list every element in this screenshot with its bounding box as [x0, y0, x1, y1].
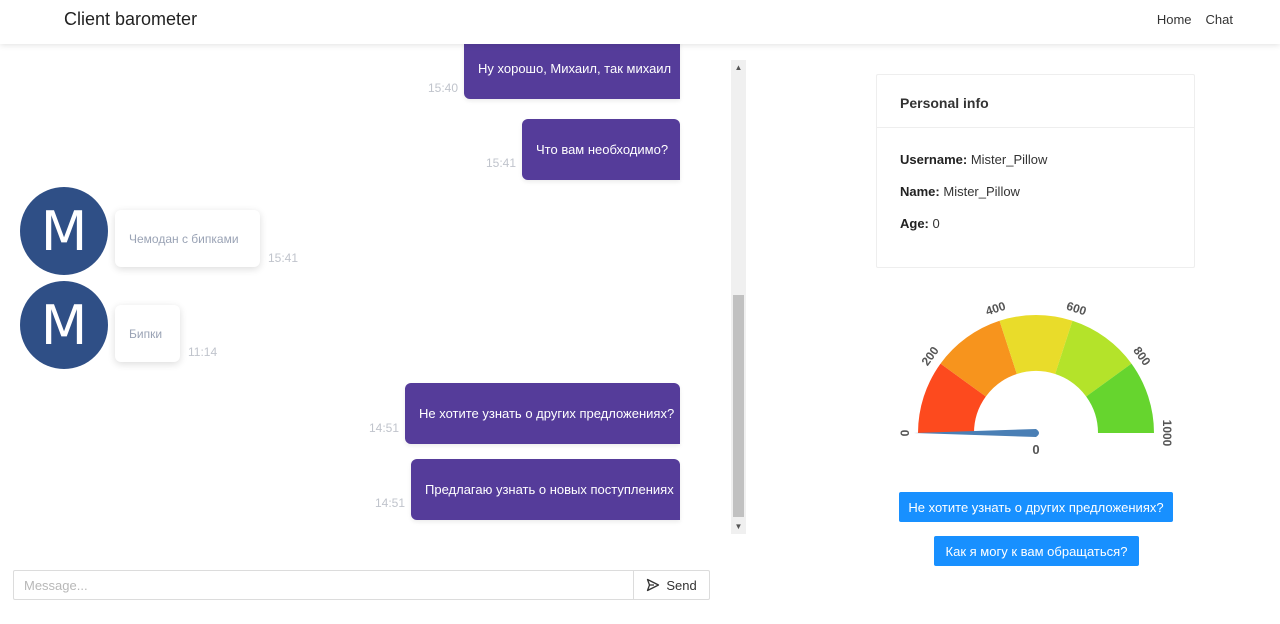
message-time: 15:41 — [268, 251, 299, 265]
message-input[interactable] — [13, 570, 634, 600]
avatar-initial: M — [40, 199, 88, 263]
outgoing-message-bubble: Что вам необходимо? — [522, 119, 680, 180]
name-row: Name: Mister_Pillow — [900, 184, 1020, 199]
message-text: Ну хорошо, Михаил, так михаил — [478, 61, 672, 76]
incoming-message-bubble: Чемодан с бипками — [115, 210, 260, 267]
username-row: Username: Mister_Pillow — [900, 152, 1047, 167]
suggestion-label: Как я могу к вам обращаться? — [945, 543, 1128, 559]
scroll-up-arrow-icon[interactable]: ▲ — [731, 60, 746, 75]
personal-info-title: Personal info — [877, 75, 1194, 128]
gauge-tick-label: 200 — [919, 344, 942, 369]
personal-info-card: Personal info Username: Mister_Pillow Na… — [876, 74, 1195, 268]
send-label: Send — [666, 577, 697, 593]
username-label: Username: — [900, 152, 968, 167]
top-navbar: Client barometer Home Chat — [0, 0, 1280, 44]
age-row: Age: 0 — [900, 216, 940, 231]
name-value: Mister_Pillow — [943, 184, 1020, 199]
send-icon — [647, 578, 660, 592]
gauge-tick-label: 600 — [1065, 299, 1089, 319]
suggestion-label: Не хотите узнать о других предложениях? — [908, 499, 1164, 515]
barometer-gauge: 0 200 400 600 800 1000 0 — [898, 299, 1174, 457]
username-value: Mister_Pillow — [970, 152, 1048, 167]
scroll-down-arrow-icon[interactable]: ▼ — [731, 519, 746, 534]
chat-message-list[interactable]: Ну хорошо, Михаил, так михаил 15:40 Что … — [0, 44, 746, 534]
suggestion-button-how-to-address[interactable]: Как я могу к вам обращаться? — [934, 536, 1139, 566]
suggestion-button-other-offers[interactable]: Не хотите узнать о других предложениях? — [899, 492, 1173, 522]
message-text: Не хотите узнать о других предложениях? — [419, 406, 675, 421]
nav-link-home[interactable]: Home — [1157, 12, 1192, 27]
chat-scrollbar[interactable]: ▲ ▼ — [731, 60, 746, 534]
message-text: Чемодан с бипками — [129, 231, 239, 246]
scrollbar-thumb[interactable] — [733, 295, 744, 517]
age-value: 0 — [932, 216, 940, 231]
message-time: 11:14 — [188, 345, 218, 359]
message-text: Предлагаю узнать о новых поступлениях — [425, 482, 674, 497]
message-time: 15:41 — [486, 156, 517, 170]
message-time: 14:51 — [375, 496, 406, 510]
incoming-message-bubble: Бипки — [115, 305, 180, 362]
outgoing-message-bubble: Предлагаю узнать о новых поступлениях — [411, 459, 680, 520]
outgoing-message-bubble: Ну хорошо, Михаил, так михаил — [464, 44, 680, 99]
age-label: Age: — [900, 216, 929, 231]
message-text: Бипки — [129, 326, 163, 341]
gauge-tick-label: 800 — [1130, 344, 1153, 369]
message-time: 14:51 — [369, 421, 400, 435]
outgoing-message-bubble: Не хотите узнать о других предложениях? — [405, 383, 680, 444]
brand-title[interactable]: Client barometer — [64, 9, 197, 30]
contact-avatar: M — [20, 281, 108, 369]
nav-link-chat[interactable]: Chat — [1206, 12, 1233, 27]
name-label: Name: — [900, 184, 940, 199]
gauge-tick-label: 0 — [898, 429, 912, 436]
gauge-tick-label: 1000 — [1160, 420, 1174, 447]
message-time: 15:40 — [428, 81, 459, 95]
contact-avatar: M — [20, 187, 108, 275]
gauge-value-label: 0 — [1032, 442, 1039, 457]
send-button[interactable]: Send — [633, 570, 710, 600]
avatar-initial: M — [40, 293, 88, 357]
message-text: Что вам необходимо? — [536, 142, 669, 157]
gauge-tick-label: 400 — [984, 299, 1008, 319]
nav-links: Home Chat — [1157, 12, 1233, 27]
